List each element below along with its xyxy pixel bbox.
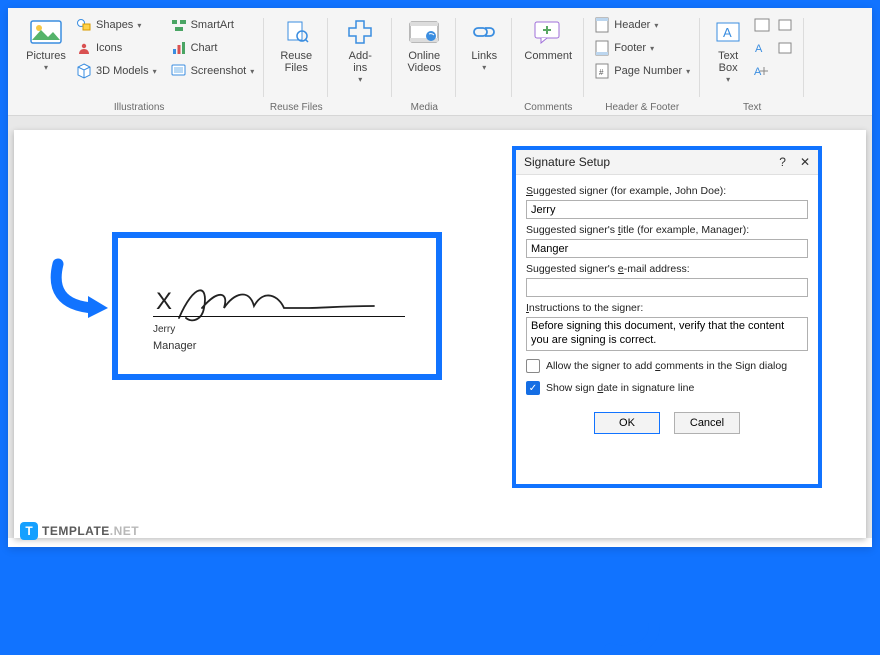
svg-text:A: A [755, 43, 763, 55]
reuse-files-button[interactable]: Reuse Files [270, 12, 322, 78]
cube-icon [76, 63, 92, 79]
header-icon [594, 17, 610, 33]
text-box-icon: A [712, 16, 744, 48]
signature-x: X [156, 288, 172, 316]
watermark-badge: T [20, 522, 38, 540]
annotation-arrow-left [50, 258, 118, 320]
dialog-title: Signature Setup [524, 155, 610, 169]
shapes-icon [76, 17, 92, 33]
document-canvas: X Jerry Manager Signature Setup ? ✕ Sugg… [8, 116, 872, 538]
link-icon [468, 16, 500, 48]
chart-button[interactable]: Chart [167, 37, 259, 59]
text-extra-5[interactable] [774, 37, 798, 59]
group-text: A Text Box▾ A A Text [700, 12, 804, 115]
chart-icon [171, 40, 187, 56]
help-icon[interactable]: ? [779, 155, 786, 169]
watermark: T TEMPLATE.NET [20, 522, 139, 540]
footer-button[interactable]: Footer▾ [590, 37, 694, 59]
input-email[interactable] [526, 278, 808, 297]
smartart-button[interactable]: SmartArt [167, 14, 259, 36]
smartart-icon [171, 17, 187, 33]
dialog-titlebar[interactable]: Signature Setup ? ✕ [516, 150, 818, 175]
group-addins: Add- ins▾ [328, 12, 392, 115]
checkbox-checked-icon: ✓ [526, 381, 540, 395]
close-icon[interactable]: ✕ [800, 155, 810, 169]
comment-button[interactable]: Comment [518, 12, 578, 66]
app-window: Pictures▾ Shapes▾ Icons 3D Models▾ [8, 8, 872, 547]
label-signer: Suggested signer (for example, John Doe)… [526, 185, 808, 197]
online-videos-button[interactable]: Online Videos [398, 12, 450, 78]
checkbox-allow-comments[interactable]: Allow the signer to add comments in the … [526, 359, 808, 373]
input-signer[interactable] [526, 200, 808, 219]
text-extra-2[interactable]: A [750, 37, 774, 59]
ribbon: Pictures▾ Shapes▾ Icons 3D Models▾ [8, 8, 872, 116]
ok-button[interactable]: OK [594, 412, 660, 434]
group-label: Illustrations [14, 102, 264, 113]
group-header-footer: Header▾ Footer▾ # Page Number▾ Header & … [584, 12, 700, 115]
icons-button[interactable]: Icons [72, 37, 161, 59]
shapes-button[interactable]: Shapes▾ [72, 14, 161, 36]
text-extra-1[interactable] [750, 14, 774, 36]
text-extra-3[interactable]: A [750, 60, 774, 82]
screenshot-icon [171, 63, 187, 79]
group-illustrations: Pictures▾ Shapes▾ Icons 3D Models▾ [14, 12, 264, 115]
handwritten-signature [174, 278, 404, 328]
video-icon [408, 16, 440, 48]
chevron-down-icon: ▾ [44, 64, 48, 73]
label-instructions: Instructions to the signer: [526, 302, 808, 314]
svg-text:A: A [723, 25, 732, 40]
signer-name: Jerry [153, 324, 175, 335]
cancel-button[interactable]: Cancel [674, 412, 740, 434]
label-title: Suggested signer's title (for example, M… [526, 224, 808, 236]
signature-underline [153, 316, 405, 317]
group-media: Online Videos Media [392, 12, 456, 115]
page-number-button[interactable]: # Page Number▾ [590, 60, 694, 82]
signer-role: Manager [153, 340, 196, 352]
group-links: Links▾ [456, 12, 512, 115]
pictures-button[interactable]: Pictures▾ [20, 12, 72, 82]
signature-line-frame[interactable]: X Jerry Manager [112, 232, 442, 380]
footer-icon [594, 40, 610, 56]
text-extra-4[interactable] [774, 14, 798, 36]
comment-icon [532, 16, 564, 48]
page-number-icon: # [594, 63, 610, 79]
pictures-icon [30, 16, 62, 48]
reuse-files-icon [280, 16, 312, 48]
checkbox-show-date[interactable]: ✓ Show sign date in signature line [526, 381, 808, 395]
group-reuse: Reuse Files Reuse Files [264, 12, 328, 115]
svg-text:#: # [599, 68, 604, 77]
input-title[interactable] [526, 239, 808, 258]
label-email: Suggested signer's e-mail address: [526, 263, 808, 275]
addins-icon [344, 16, 376, 48]
icons-icon [76, 40, 92, 56]
annotation-arrow-bottom [604, 605, 674, 655]
3d-models-button[interactable]: 3D Models▾ [72, 60, 161, 82]
signature-setup-dialog: Signature Setup ? ✕ Suggested signer (fo… [512, 146, 822, 488]
screenshot-button[interactable]: Screenshot▾ [167, 60, 259, 82]
text-box-button[interactable]: A Text Box▾ [706, 12, 750, 89]
links-button[interactable]: Links▾ [462, 12, 506, 77]
group-comments: Comment Comments [512, 12, 584, 115]
svg-text:A: A [754, 66, 762, 78]
document-page[interactable]: X Jerry Manager Signature Setup ? ✕ Sugg… [14, 130, 866, 538]
textarea-instructions[interactable] [526, 317, 808, 351]
addins-button[interactable]: Add- ins▾ [334, 12, 386, 89]
header-button[interactable]: Header▾ [590, 14, 694, 36]
checkbox-icon [526, 359, 540, 373]
